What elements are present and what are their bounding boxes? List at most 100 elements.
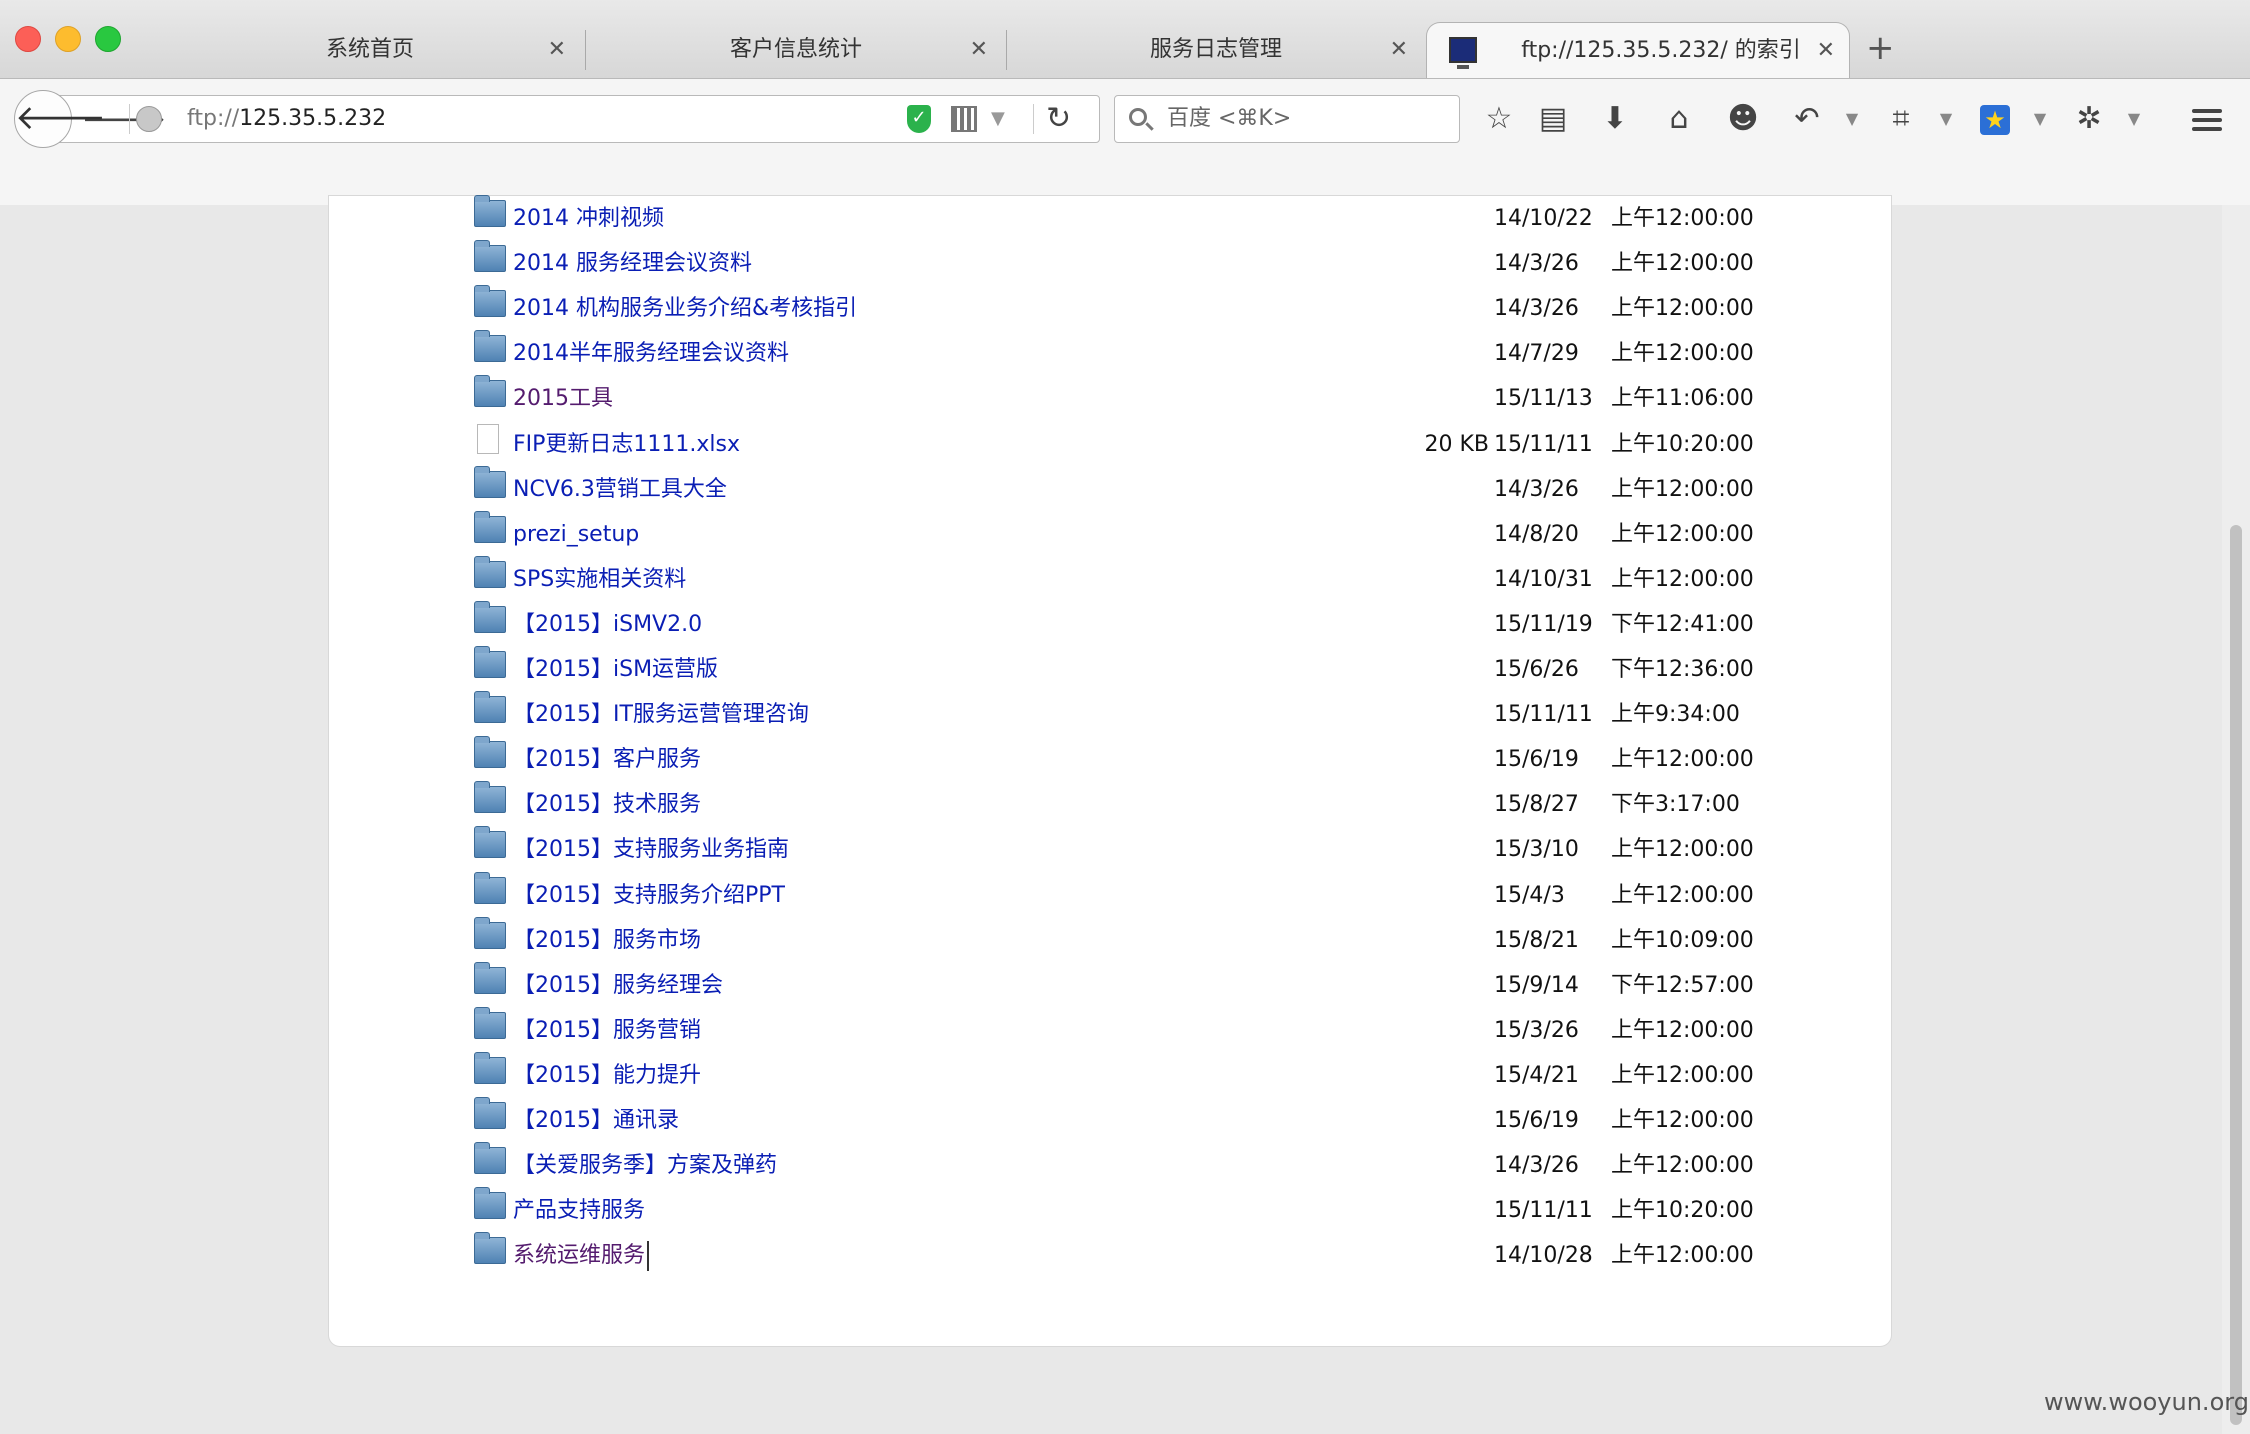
listing-row: 2014半年服务经理会议资料 14/7/29 上午12:00:00 <box>329 330 1891 376</box>
folder-icon <box>474 1232 506 1265</box>
folder-link[interactable]: 2015工具 <box>513 376 613 421</box>
modified-time: 下午12:41:00 <box>1611 611 1754 637</box>
folder-icon <box>474 916 506 949</box>
folder-icon <box>474 510 506 543</box>
chevron-down-icon[interactable]: ▼ <box>991 96 1005 142</box>
folder-link[interactable]: 【2015】支持服务业务指南 <box>513 827 789 872</box>
tab-close-icon[interactable]: ✕ <box>970 22 988 78</box>
folder-link[interactable]: 【2015】服务营销 <box>513 1008 701 1053</box>
home-icon[interactable]: ⌂ <box>1658 97 1700 141</box>
globe-icon[interactable] <box>136 106 162 132</box>
modified-time: 上午12:00:00 <box>1611 1062 1754 1088</box>
new-tab-button[interactable]: + <box>1866 26 1895 70</box>
modified-time: 上午12:00:00 <box>1611 1108 1754 1133</box>
bookmark-star-icon[interactable]: ☆ <box>1478 97 1520 141</box>
folder-link[interactable]: NCV6.3营销工具大全 <box>513 467 727 512</box>
tab-system-home[interactable]: 系统首页 ✕ <box>160 22 580 78</box>
folder-link[interactable]: 【2015】服务经理会 <box>513 963 723 1008</box>
modified-date: 15/11/19 <box>1494 611 1593 637</box>
modified-time: 下午3:17:00 <box>1611 792 1740 818</box>
folder-link[interactable]: SPS实施相关资料 <box>513 557 686 602</box>
ftp-listing-card: 2014 冲刺视频 14/10/22 上午12:00:00 2014 服务经理会议资料… <box>328 195 1892 1347</box>
modified-time: 上午12:00:00 <box>1611 206 1754 231</box>
listing-row: SPS实施相关资料 14/10/31 上午12:00:00 <box>329 555 1891 602</box>
listing-row: 【2015】服务经理会 15/9/14 下午12:57:00 <box>329 961 1891 1008</box>
listing-row: 【2015】能力提升 15/4/21 上午12:00:00 <box>329 1051 1891 1098</box>
text-caret <box>647 1241 650 1272</box>
chat-icon[interactable]: ☻ <box>1722 97 1764 141</box>
modified-time: 上午12:00:00 <box>1611 747 1754 773</box>
search-input[interactable]: 百度 <⌘K> <box>1114 95 1460 143</box>
menu-icon[interactable] <box>2186 97 2228 141</box>
folder-link[interactable]: 【2015】客户服务 <box>513 737 701 782</box>
scrollbar-thumb[interactable] <box>2230 525 2242 1425</box>
window-zoom-button[interactable] <box>95 26 121 52</box>
modified-time: 下午12:57:00 <box>1611 972 1754 998</box>
folder-link[interactable]: 系统运维服务 <box>513 1233 650 1278</box>
listing-row: 2014 冲刺视频 14/10/22 上午12:00:00 <box>329 195 1891 241</box>
folder-link[interactable]: 2014 冲刺视频 <box>513 196 664 241</box>
modified-time: 上午12:00:00 <box>1611 521 1754 547</box>
qr-code-icon[interactable] <box>951 106 977 132</box>
folder-link[interactable]: 【2015】iSMV2.0 <box>513 602 702 647</box>
listing-row: 【2015】服务市场 15/8/21 上午10:09:00 <box>329 916 1891 963</box>
folder-link[interactable]: 【2015】IT服务运营管理咨询 <box>513 692 809 737</box>
folder-icon <box>474 691 506 724</box>
file-link[interactable]: FIP更新日志1111.xlsx <box>513 422 740 467</box>
folder-link[interactable]: 2014 机构服务业务介绍&考核指引 <box>513 286 857 331</box>
modified-time: 上午10:20:00 <box>1611 431 1754 457</box>
tab-customer-stats[interactable]: 客户信息统计 ✕ <box>590 22 1002 78</box>
url-bar[interactable]: 🡒 ftp://125.35.5.232 ✓ ▼ ↻ <box>50 95 1100 143</box>
tab-close-icon[interactable]: ✕ <box>1817 23 1835 79</box>
chevron-down-icon[interactable]: ▼ <box>1936 97 1956 141</box>
listing-row: 系统运维服务 14/10/28 上午12:00:00 <box>329 1232 1891 1278</box>
folder-link[interactable]: 2014半年服务经理会议资料 <box>513 331 789 376</box>
chevron-down-icon[interactable]: ▼ <box>1842 97 1862 141</box>
modified-date: 15/11/11 <box>1494 702 1593 728</box>
download-icon[interactable]: ⬇ <box>1594 97 1636 141</box>
tab-label: 服务日志管理 <box>1149 37 1282 62</box>
folder-link[interactable]: 【2015】服务市场 <box>513 918 701 963</box>
folder-icon <box>474 871 506 904</box>
folder-link[interactable]: 【2015】iSM运营版 <box>513 647 718 692</box>
tab-service-log[interactable]: 服务日志管理 ✕ <box>1010 22 1422 78</box>
chevron-down-icon[interactable]: ▼ <box>2124 97 2144 141</box>
tab-ftp-index[interactable]: ftp://125.35.5.232/ 的索引 ✕ <box>1426 22 1850 78</box>
folder-icon <box>474 961 506 994</box>
reading-list-icon[interactable]: ▤ <box>1532 97 1574 141</box>
window-minimize-button[interactable] <box>55 26 81 52</box>
modified-time: 下午12:36:00 <box>1611 657 1754 682</box>
modified-date: 14/3/26 <box>1494 296 1579 322</box>
listing-row: 【2015】iSM运营版 15/6/26 下午12:36:00 <box>329 646 1891 692</box>
back-button[interactable]: 🡐 <box>14 90 106 148</box>
tab-close-icon[interactable]: ✕ <box>1390 22 1408 78</box>
folder-link[interactable]: 【2015】支持服务介绍PPT <box>513 873 785 918</box>
listing-row: 【2015】服务营销 15/3/26 上午12:00:00 <box>329 1006 1891 1053</box>
folder-link[interactable]: 【2015】能力提升 <box>513 1053 701 1098</box>
modified-date: 15/8/27 <box>1494 792 1579 818</box>
undo-icon[interactable]: ↶ <box>1786 97 1828 141</box>
crop-icon[interactable]: ⌗ <box>1880 97 1922 141</box>
file-size: 20 KB <box>1424 431 1489 457</box>
folder-link[interactable]: 产品支持服务 <box>513 1188 645 1233</box>
chevron-down-icon[interactable]: ▼ <box>2030 97 2050 141</box>
folder-link[interactable]: 【2015】通讯录 <box>513 1098 679 1143</box>
modified-time: 上午12:00:00 <box>1611 296 1754 322</box>
addon-icon[interactable]: ✲ <box>2068 97 2110 141</box>
shield-icon[interactable]: ✓ <box>907 105 931 133</box>
modified-time: 上午11:06:00 <box>1611 386 1754 412</box>
reload-icon[interactable]: ↻ <box>1046 96 1071 142</box>
window-close-button[interactable] <box>15 26 41 52</box>
listing-row: 【关爱服务季】方案及弹药 14/3/26 上午12:00:00 <box>329 1142 1891 1188</box>
favorites-icon[interactable]: ★ <box>1974 97 2016 141</box>
modified-time: 上午12:00:00 <box>1611 341 1754 367</box>
tab-close-icon[interactable]: ✕ <box>548 22 566 78</box>
folder-link[interactable]: prezi_setup <box>513 512 639 557</box>
folder-link[interactable]: 2014 服务经理会议资料 <box>513 241 752 286</box>
folder-icon <box>474 375 506 408</box>
url-text[interactable]: ftp://125.35.5.232 <box>187 96 386 142</box>
folder-link[interactable]: 【2015】技术服务 <box>513 782 701 827</box>
url-separator <box>129 104 130 134</box>
folder-link[interactable]: 【关爱服务季】方案及弹药 <box>513 1143 777 1188</box>
folder-icon <box>474 600 506 633</box>
